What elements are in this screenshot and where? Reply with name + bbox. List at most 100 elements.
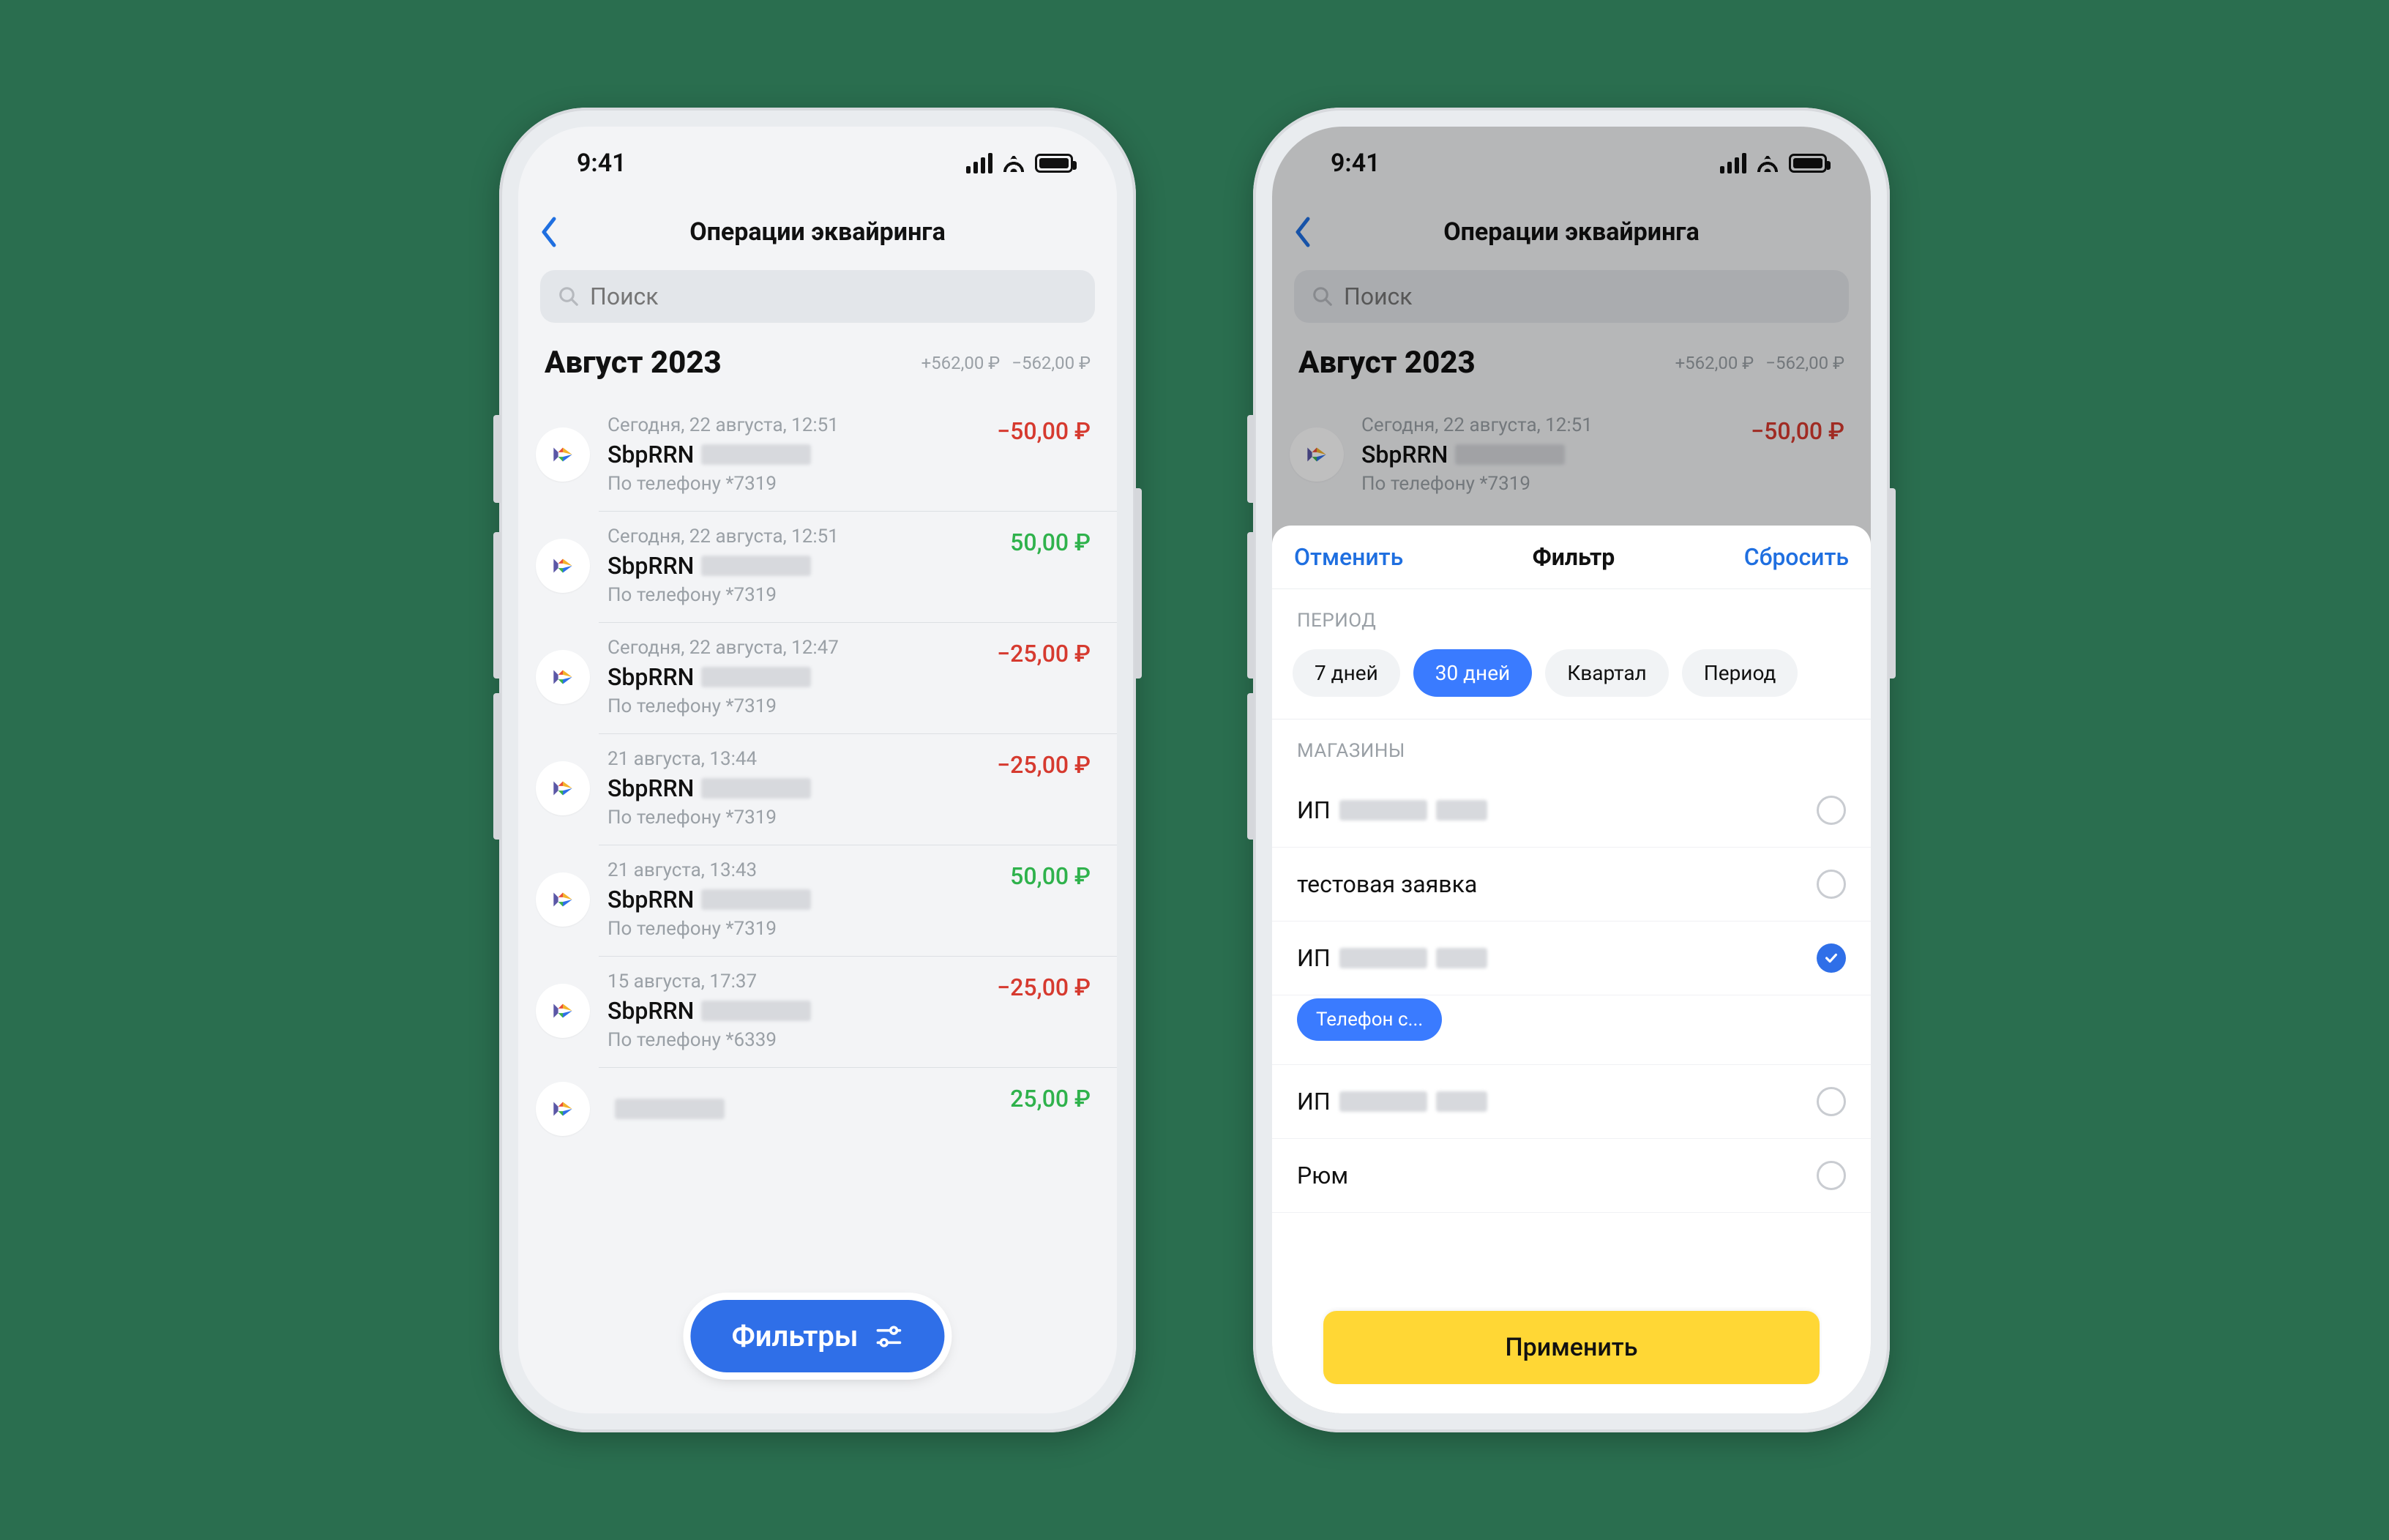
transaction-time: 15 августа, 17:37 [607, 971, 979, 993]
transaction-title: SbpRRN [607, 441, 694, 468]
sbp-icon [536, 984, 590, 1038]
transaction-row[interactable]: Сегодня, 22 августа, 12:47 SbpRRN По тел… [518, 622, 1117, 733]
redacted [1339, 1091, 1427, 1112]
radio-unchecked [1817, 1161, 1846, 1190]
transaction-amount: 50,00 ₽ [1010, 528, 1091, 556]
period-segmented: 7 дней 30 дней Квартал Период [1272, 643, 1871, 719]
check-icon [1817, 943, 1846, 973]
shops-section-label: МАГАЗИНЫ [1272, 719, 1871, 774]
transaction-sub: По телефону *6339 [607, 1029, 979, 1051]
shop-name: ИП [1297, 1088, 1331, 1115]
redacted [701, 556, 811, 576]
month-label: Август 2023 [545, 345, 722, 381]
month-sum-minus: −562,00 ₽ [1012, 353, 1091, 373]
shop-row[interactable]: ИП [1272, 774, 1871, 848]
transaction-row[interactable]: Сегодня, 22 августа, 12:51 SbpRRN По тел… [518, 511, 1117, 622]
filter-title: Фильтр [1533, 543, 1615, 571]
shop-row[interactable]: ИП [1272, 922, 1871, 995]
navbar: Операции эквайринга [518, 200, 1117, 264]
signal-icon [966, 153, 992, 173]
radio-unchecked [1817, 796, 1846, 825]
status-time: 9:41 [577, 149, 627, 178]
transaction-row[interactable]: 25,00 ₽ [518, 1067, 1117, 1152]
filters-fab-label: Фильтры [731, 1319, 858, 1353]
period-option[interactable]: Период [1682, 649, 1798, 697]
filter-sheet: Отменить Фильтр Сбросить ПЕРИОД 7 дней 30… [1272, 526, 1871, 1413]
redacted [701, 667, 811, 687]
redacted [1339, 948, 1427, 968]
redacted [1436, 800, 1487, 821]
transaction-sub: По телефону *7319 [607, 918, 992, 940]
radio-unchecked [1817, 1087, 1846, 1116]
transaction-title: SbpRRN [607, 663, 694, 691]
month-header: Август 2023 +562,00 ₽ −562,00 ₽ [518, 337, 1117, 400]
transaction-sub: По телефону *7319 [607, 584, 992, 606]
back-button[interactable] [539, 216, 561, 248]
shop-name: ИП [1297, 796, 1331, 824]
transaction-time: Сегодня, 22 августа, 12:51 [607, 414, 979, 436]
period-option[interactable]: 7 дней [1293, 649, 1400, 697]
sbp-icon [536, 1082, 590, 1136]
redacted [1436, 948, 1487, 968]
transaction-time: 21 августа, 13:43 [607, 859, 992, 881]
redacted [701, 889, 811, 910]
redacted [615, 1099, 725, 1119]
transaction-amount: −50,00 ₽ [997, 417, 1091, 445]
battery-icon [1035, 154, 1073, 173]
search-icon [558, 285, 580, 307]
transaction-row[interactable]: Сегодня, 22 августа, 12:51 SbpRRN По тел… [518, 400, 1117, 511]
transaction-sub: По телефону *7319 [607, 473, 979, 495]
transaction-row[interactable]: 15 августа, 17:37 SbpRRN По телефону *63… [518, 956, 1117, 1067]
shop-row[interactable]: тестовая заявка [1272, 848, 1871, 922]
screen-list: 9:41 Операции эквайринга Август 2023 +56… [518, 127, 1117, 1413]
filter-reset[interactable]: Сбросить [1744, 543, 1849, 571]
shop-chip[interactable]: Телефон с... [1297, 998, 1442, 1041]
sliders-icon [875, 1322, 904, 1351]
shop-name: тестовая заявка [1297, 870, 1477, 898]
sbp-icon [536, 650, 590, 704]
transaction-row[interactable]: 21 августа, 13:44 SbpRRN По телефону *73… [518, 733, 1117, 845]
transaction-amount: 50,00 ₽ [1010, 862, 1091, 890]
phone-filter: 9:41 Операции эквайринга Август 2023 +56… [1253, 108, 1890, 1432]
page-title: Операции эквайринга [689, 217, 946, 247]
transaction-title: SbpRRN [607, 997, 694, 1025]
redacted [701, 778, 811, 799]
month-sum-plus: +562,00 ₽ [921, 353, 1001, 373]
transaction-title: SbpRRN [607, 774, 694, 802]
redacted [1339, 800, 1427, 821]
sbp-icon [536, 761, 590, 815]
transaction-amount: −25,00 ₽ [997, 751, 1091, 779]
transaction-row[interactable]: 21 августа, 13:43 SbpRRN По телефону *73… [518, 845, 1117, 956]
transaction-sub: По телефону *7319 [607, 807, 979, 829]
transaction-time: Сегодня, 22 августа, 12:47 [607, 637, 979, 659]
radio-unchecked [1817, 870, 1846, 899]
apply-button[interactable]: Применить [1323, 1311, 1820, 1384]
phone-list: 9:41 Операции эквайринга Август 2023 +56… [499, 108, 1136, 1432]
transaction-title: SbpRRN [607, 886, 694, 913]
search-box[interactable] [540, 270, 1095, 323]
transaction-time: Сегодня, 22 августа, 12:51 [607, 526, 992, 547]
filter-header: Отменить Фильтр Сбросить [1272, 526, 1871, 589]
sbp-icon [536, 539, 590, 593]
period-option[interactable]: Квартал [1545, 649, 1669, 697]
shop-name: Рюм [1297, 1162, 1348, 1189]
redacted [701, 444, 811, 465]
shop-name: ИП [1297, 944, 1331, 972]
transaction-title: SbpRRN [607, 552, 694, 580]
sbp-icon [536, 427, 590, 482]
transaction-time: 21 августа, 13:44 [607, 748, 979, 770]
shop-row[interactable]: ИП [1272, 1065, 1871, 1139]
transaction-amount: −25,00 ₽ [997, 640, 1091, 668]
wifi-icon [1001, 154, 1026, 172]
search-input[interactable] [590, 283, 1077, 310]
transaction-amount: −25,00 ₽ [997, 973, 1091, 1001]
screen-filter: 9:41 Операции эквайринга Август 2023 +56… [1272, 127, 1871, 1413]
filters-fab[interactable]: Фильтры [690, 1300, 944, 1372]
filter-cancel[interactable]: Отменить [1294, 543, 1403, 571]
transaction-amount: 25,00 ₽ [1010, 1085, 1091, 1113]
redacted [701, 1001, 811, 1021]
period-option[interactable]: 30 дней [1413, 649, 1532, 697]
period-section-label: ПЕРИОД [1272, 589, 1871, 643]
shop-row[interactable]: Рюм [1272, 1139, 1871, 1213]
transactions-list[interactable]: Сегодня, 22 августа, 12:51 SbpRRN По тел… [518, 400, 1117, 1413]
